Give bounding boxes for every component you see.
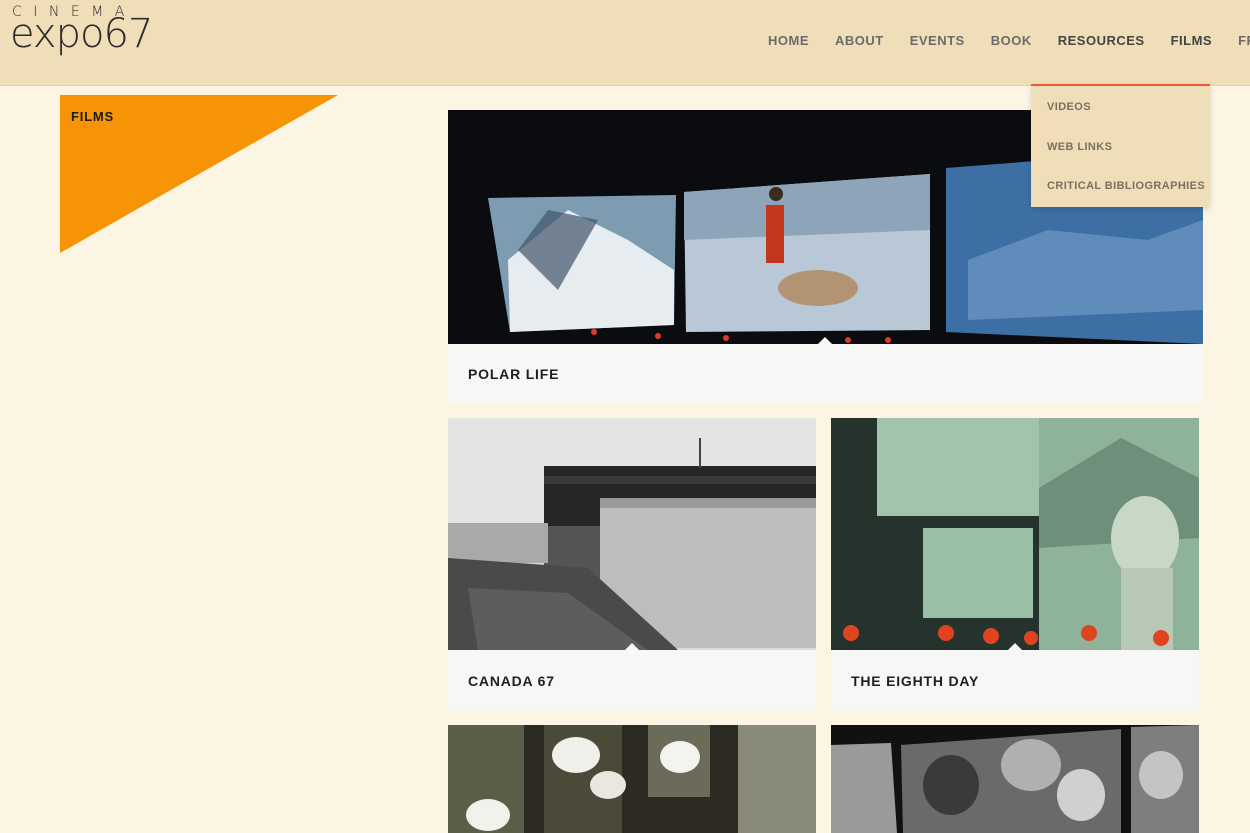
film-thumbnail[interactable] bbox=[448, 725, 816, 833]
film-thumbnail[interactable] bbox=[831, 725, 1199, 833]
dropdown-item-videos[interactable]: VIDEOS bbox=[1047, 101, 1091, 113]
nav-resources[interactable]: RESOURCES bbox=[1058, 33, 1145, 48]
film-card-partial-right[interactable] bbox=[831, 725, 1199, 833]
site-header: CINEMA expo67 HOME ABOUT EVENTS BOOK RES… bbox=[0, 0, 1250, 86]
nav-francais[interactable]: FRAN bbox=[1238, 33, 1250, 48]
film-thumbnail[interactable] bbox=[448, 418, 816, 650]
nav-films[interactable]: FILMS bbox=[1171, 33, 1213, 48]
film-title[interactable]: CANADA 67 bbox=[468, 673, 555, 689]
card-caret-icon bbox=[1008, 643, 1022, 650]
site-logo[interactable]: CINEMA expo67 bbox=[10, 4, 160, 60]
resources-dropdown-menu: VIDEOS WEB LINKS CRITICAL BIBLIOGRAPHIES bbox=[1031, 84, 1210, 207]
nav-about[interactable]: ABOUT bbox=[835, 33, 884, 48]
logo-expo67-text: expo67 bbox=[10, 11, 153, 57]
card-caret-icon bbox=[818, 337, 832, 344]
film-card-the-eighth-day[interactable]: THE EIGHTH DAY bbox=[831, 418, 1199, 710]
film-title[interactable]: POLAR LIFE bbox=[468, 366, 559, 382]
dropdown-item-web-links[interactable]: WEB LINKS bbox=[1047, 141, 1112, 153]
section-title: FILMS bbox=[71, 109, 114, 124]
film-thumbnail[interactable] bbox=[831, 418, 1199, 650]
film-title[interactable]: THE EIGHTH DAY bbox=[851, 673, 979, 689]
card-caret-icon bbox=[625, 643, 639, 650]
nav-events[interactable]: EVENTS bbox=[910, 33, 965, 48]
nav-home[interactable]: HOME bbox=[768, 33, 809, 48]
nav-book[interactable]: BOOK bbox=[991, 33, 1032, 48]
film-card-partial-left[interactable] bbox=[448, 725, 816, 833]
film-card-canada-67[interactable]: CANADA 67 bbox=[448, 418, 816, 710]
dropdown-item-critical-bibliographies[interactable]: CRITICAL BIBLIOGRAPHIES bbox=[1047, 180, 1205, 192]
main-nav: HOME ABOUT EVENTS BOOK RESOURCES FILMS F… bbox=[768, 33, 1250, 48]
